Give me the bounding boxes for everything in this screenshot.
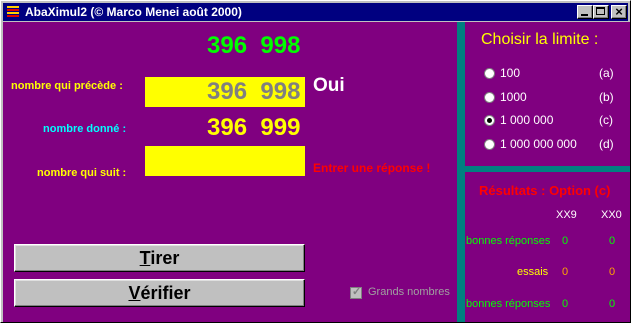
limit-title: Choisir la limite : <box>481 31 599 48</box>
results-title: Résultats : Option (c) <box>479 183 611 198</box>
client-area: 396 998 nombre qui précède : 396 998 Oui… <box>3 22 630 322</box>
results-value: 0 <box>562 235 569 247</box>
results-value: 0 <box>562 266 569 278</box>
limit-option-label[interactable]: 1 000 000 000 <box>500 137 577 151</box>
abacus-icon[interactable] <box>6 5 20 19</box>
results-column-header: XX0 <box>601 209 622 221</box>
radio-selected-dot <box>487 118 492 123</box>
minimize-icon <box>581 14 588 16</box>
limit-option-key: (c) <box>599 113 613 127</box>
results-value: 0 <box>609 266 616 278</box>
big-numbers-label: Grands nombres <box>368 286 450 298</box>
results-column-header: XX9 <box>556 209 577 221</box>
panel-divider-vertical <box>457 22 465 322</box>
given-value: 396 999 <box>207 114 301 141</box>
close-icon: × <box>615 4 623 19</box>
results-row-label: bonnes réponses <box>466 298 551 310</box>
limit-option-label[interactable]: 1000 <box>500 90 527 104</box>
limit-option-key: (a) <box>599 66 614 80</box>
check-button-label: érifier <box>140 283 191 303</box>
limit-option-label[interactable]: 100 <box>500 66 520 80</box>
limit-radio-1000000[interactable] <box>484 115 495 126</box>
next-label: nombre qui suit : <box>37 167 127 179</box>
results-row-label: essais <box>517 266 549 278</box>
title-bar[interactable]: AbaXimul2 (© Marco Menei août 2000) × <box>3 3 628 21</box>
next-input[interactable] <box>145 146 305 176</box>
panel-divider-horizontal <box>465 166 630 172</box>
preceding-feedback: Oui <box>313 75 345 96</box>
big-numbers-checkbox[interactable]: ✓ <box>350 286 362 299</box>
check-button[interactable]: Vérifier <box>14 279 305 307</box>
top-number: 396 998 <box>207 32 301 59</box>
minimize-button[interactable] <box>577 5 593 19</box>
results-value: 0 <box>609 298 616 310</box>
next-feedback: Entrer une réponse ! <box>313 161 431 175</box>
app-window: AbaXimul2 (© Marco Menei août 2000) × 39… <box>0 0 631 323</box>
limit-radio-100[interactable] <box>484 68 495 79</box>
preceding-value: 396 998 <box>207 78 301 105</box>
limit-option-key: (b) <box>599 90 614 104</box>
window-title: AbaXimul2 (© Marco Menei août 2000) <box>25 5 242 19</box>
preceding-input[interactable]: 396 998 <box>145 77 305 107</box>
draw-button-mnemonic: T <box>139 248 151 268</box>
results-row-label: bonnes réponses <box>466 235 551 247</box>
preceding-label: nombre qui précède : <box>11 80 123 92</box>
limit-option-label[interactable]: 1 000 000 <box>500 113 553 127</box>
close-button[interactable]: × <box>611 4 627 19</box>
given-label: nombre donné : <box>43 123 127 135</box>
results-value: 0 <box>609 235 616 247</box>
maximize-icon <box>596 7 605 15</box>
draw-button[interactable]: Tirer <box>14 244 305 272</box>
maximize-button[interactable] <box>593 5 609 19</box>
limit-radio-1000[interactable] <box>484 92 495 103</box>
draw-button-label: irer <box>150 248 180 268</box>
results-value: 0 <box>562 298 569 310</box>
check-button-mnemonic: V <box>128 283 141 303</box>
limit-radio-1000000000[interactable] <box>484 139 495 150</box>
checkmark-icon: ✓ <box>352 286 362 298</box>
limit-option-key: (d) <box>599 137 614 151</box>
